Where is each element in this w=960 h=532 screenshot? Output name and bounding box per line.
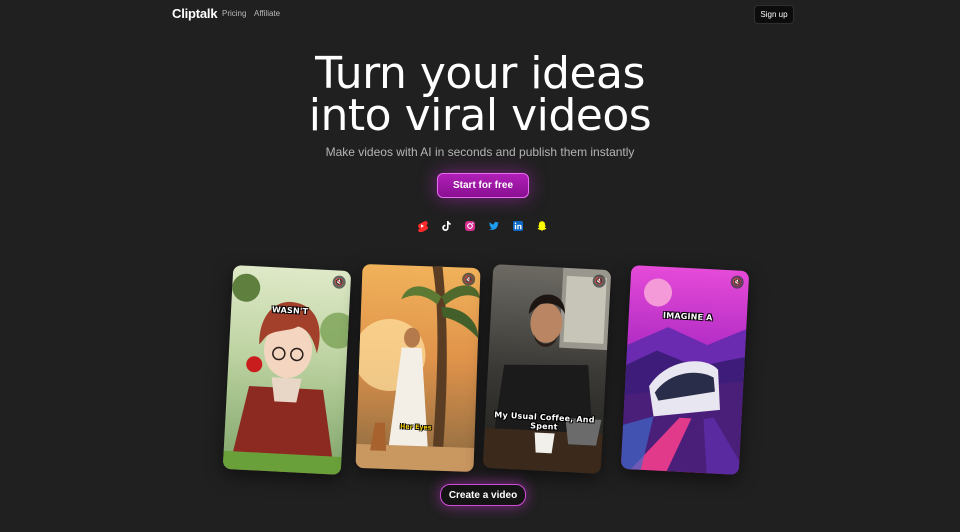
hero-title: Turn your ideas into viral videos: [0, 48, 960, 141]
tiktok-icon: [440, 220, 452, 232]
signup-button[interactable]: Sign up: [754, 5, 794, 24]
video-card[interactable]: WASN'T 🔇: [222, 265, 352, 475]
twitter-icon: [488, 220, 500, 232]
brand-logo[interactable]: Cliptalk: [172, 6, 218, 21]
youtube-shorts-icon: [416, 220, 428, 232]
snapchat-icon: [536, 220, 548, 232]
landing-page: Cliptalk Pricing Affiliate Sign up Turn …: [0, 0, 960, 532]
hero-title-line-1: Turn your ideas: [315, 48, 645, 99]
linkedin-icon: [512, 220, 524, 232]
hero-subtitle: Make videos with AI in seconds and publi…: [325, 145, 635, 159]
top-nav: Cliptalk Pricing Affiliate Sign up: [0, 0, 960, 28]
create-video-button[interactable]: Create a video: [440, 484, 526, 506]
instagram-icon: [464, 220, 476, 232]
video-card[interactable]: IMAGINE A 🔇: [620, 265, 750, 475]
nav-link-affiliate[interactable]: Affiliate: [254, 9, 280, 18]
video-thumbnail-desert: [355, 266, 480, 472]
nav-link-pricing[interactable]: Pricing: [222, 9, 246, 18]
hero-title-line-2: into viral videos: [308, 90, 652, 141]
video-thumbnail-train: [620, 278, 747, 475]
video-thumbnail-coffee: [482, 267, 612, 474]
video-thumbnail-anime: [222, 273, 352, 475]
start-for-free-button[interactable]: Start for free: [437, 173, 529, 198]
video-card[interactable]: My Usual Coffee, And Spent 🔇: [482, 264, 612, 474]
social-platforms: [416, 220, 548, 232]
video-card[interactable]: Her Eyes 🔇: [355, 264, 481, 472]
